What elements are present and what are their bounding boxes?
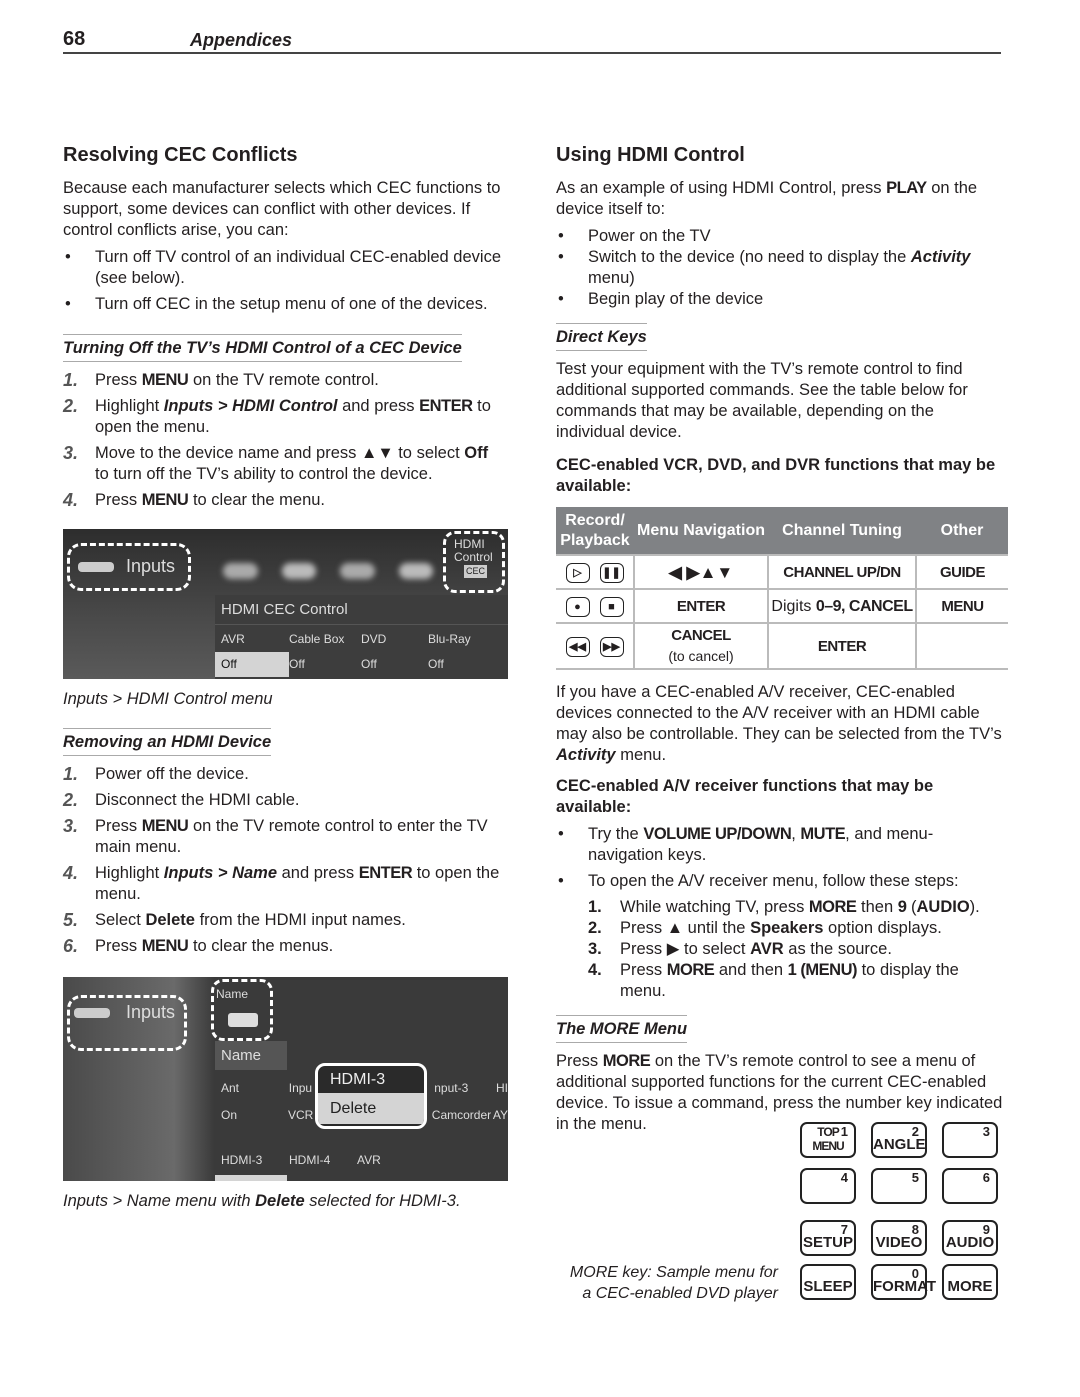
keypad-key[interactable]: SLEEP — [800, 1264, 856, 1300]
figure-caption: Inputs > Name menu with Delete selected … — [63, 1192, 461, 1210]
fast-forward-icon: ▶▶ — [599, 637, 624, 658]
key-number: 3 — [982, 1124, 990, 1139]
subheading: The MORE Menu — [556, 1015, 688, 1043]
table-row: ▷ ❚❚ ◀ ▶▲▼ CHANNEL UP/DN GUIDE — [556, 554, 1008, 590]
left-column: Resolving CEC Conflicts Because each man… — [63, 140, 508, 1222]
subheading: Removing an HDMI Device — [63, 728, 272, 756]
step-item: 6. Press MENU to clear the menus. — [63, 936, 334, 956]
step-item: 1. While watching TV, press MORE then 9 (… — [588, 898, 980, 916]
keypad-key[interactable]: 6 — [942, 1168, 998, 1204]
bullet-item: • Turn off CEC in the setup menu of one o… — [65, 295, 488, 313]
key-number: 5 — [911, 1170, 919, 1185]
subheading: Direct Keys — [556, 323, 647, 351]
keypad-key[interactable]: 5 — [871, 1168, 927, 1204]
inputs-icon — [74, 1008, 110, 1018]
section-heading: Using HDMI Control — [556, 144, 745, 166]
cec-badge: CEC — [464, 565, 488, 578]
step-item: 4. Highlight Inputs > Name and press ENTE… — [63, 863, 500, 903]
hdmi-cec-menu: HDMI CEC Control AVR Cable Box DVD Blu-Ray … — [215, 595, 508, 679]
keypad-key[interactable]: 9 AUDIO — [942, 1220, 998, 1256]
bullet-item: • To open the A/V receiver menu, follow t… — [558, 872, 959, 890]
intro-paragraph: Because each manufacturer selects which … — [63, 179, 501, 239]
step-item: 3. Press ▶ to select AVR as the source. — [588, 940, 892, 958]
step-item: 4. Press MORE and then 1 (MENU) to displa… — [588, 961, 959, 1000]
col-header: Other — [916, 507, 1008, 555]
step-item: 3. Press MENU on the TV remote control to… — [63, 816, 488, 856]
figure-caption: Inputs > HDMI Control menu — [63, 690, 273, 708]
key-label: MORE — [947, 1278, 993, 1295]
delete-selected[interactable]: Delete — [215, 1175, 287, 1181]
bullet-item: • Begin play of the device — [558, 290, 764, 308]
page-number: 68 — [63, 28, 86, 50]
key-number: 4 — [840, 1170, 848, 1185]
keypad-key[interactable]: 7 SETUP — [800, 1220, 856, 1256]
keypad-key[interactable]: 1 TOP MENU — [800, 1122, 856, 1158]
pause-icon: ❚❚ — [599, 563, 624, 584]
key-label: VIDEO — [875, 1234, 923, 1251]
keypad-key[interactable]: MORE — [942, 1264, 998, 1300]
keypad-key[interactable]: 4 — [800, 1168, 856, 1204]
popup-delete-item[interactable]: Delete — [318, 1093, 424, 1124]
avr-off-selected[interactable]: Off — [215, 652, 289, 677]
cec-functions-table: Record/ Playback Menu Navigation Channel… — [556, 507, 1008, 670]
section-title: Appendices — [190, 30, 293, 50]
keypad-key[interactable]: 2 ANGLE — [871, 1122, 927, 1158]
keypad-key[interactable]: 8 VIDEO — [871, 1220, 927, 1256]
key-label: TOP MENU — [812, 1125, 844, 1153]
step-item: 2. Press ▲ until the Speakers option disp… — [588, 919, 942, 937]
inputs-highlight: Inputs — [67, 995, 187, 1051]
step-item: 2. Disconnect the HDMI cable. — [63, 790, 300, 810]
bullet-item: • Switch to the device (no need to displa… — [558, 248, 971, 287]
inputs-highlight: Inputs — [67, 543, 191, 591]
hdmi-control-screenshot: Inputs HDMI Control CEC HDMI CEC Control … — [63, 529, 508, 679]
bullet-item: • Try the VOLUME UP/DOWN, MUTE, and menu-… — [558, 825, 934, 864]
step-item: 2. Highlight Inputs > HDMI Control and pr… — [63, 396, 491, 436]
avr-heading: CEC-enabled A/V receiver functions that … — [556, 777, 934, 816]
step-item: 4. Press MENU to clear the menu. — [63, 490, 326, 510]
keypad-key[interactable]: 0 FORMAT — [871, 1264, 937, 1300]
bullet-item: • Turn off TV control of an individual CE… — [65, 248, 502, 287]
col-header: Record/ Playback — [556, 507, 634, 555]
col-header: Menu Navigation — [634, 507, 768, 555]
avr-paragraph: If you have a CEC-enabled A/V receiver, … — [556, 683, 1002, 764]
bullet-item: • Power on the TV — [558, 227, 711, 245]
key-label: AUDIO — [945, 1234, 995, 1251]
name-icon-highlight: Name — [211, 979, 273, 1041]
key-label: SETUP — [802, 1234, 853, 1251]
hdmi-control-highlight: HDMI Control CEC — [443, 531, 505, 593]
table-row: ● ■ ENTER Digits 0–9, CANCEL MENU — [556, 588, 1008, 624]
name-menu-screenshot: Inputs Name Name Ant Inpu nput-3 HI On VCR Ca… — [63, 977, 508, 1181]
right-column: Using HDMI Control As an example of usin… — [556, 140, 1008, 1141]
stop-icon: ■ — [599, 597, 624, 618]
section-heading: Resolving CEC Conflicts — [63, 144, 298, 166]
step-item: 1. Press MENU on the TV remote control. — [63, 370, 379, 390]
blurred-icons — [223, 563, 433, 579]
key-label: FORMAT — [873, 1278, 937, 1295]
step-item: 3. Move to the device name and press ▲▼ t… — [63, 443, 489, 483]
key-number: 6 — [982, 1170, 990, 1185]
inputs-icon — [78, 562, 114, 572]
step-item: 5. Select Delete from the HDMI input name… — [63, 910, 406, 930]
table-heading: CEC-enabled VCR, DVD, and DVR functions … — [556, 456, 996, 495]
avr-steps: 1. While watching TV, press MORE then 9 (… — [556, 897, 1006, 1002]
direct-keys-text: Test your equipment with the TV’s remote… — [556, 360, 968, 441]
keypad-key[interactable]: 3 — [942, 1122, 998, 1158]
key-label: ANGLE — [873, 1136, 926, 1153]
tag-icon — [228, 1013, 258, 1027]
record-icon: ● — [565, 597, 590, 618]
col-header: Channel Tuning — [768, 507, 916, 555]
rewind-icon: ◀◀ — [565, 637, 590, 658]
hdmi3-popup: HDMI-3 Delete — [315, 1063, 427, 1129]
play-icon: ▷ — [565, 563, 590, 584]
step-item: 1. Power off the device. — [63, 764, 249, 784]
intro-paragraph: As an example of using HDMI Control, pre… — [556, 179, 978, 218]
more-menu-text: Press MORE on the TV’s remote control to… — [556, 1052, 1003, 1133]
keypad-caption: MORE key: Sample menu for a CEC-enabled … — [569, 1264, 778, 1302]
subheading: Turning Off the TV’s HDMI Control of a C… — [63, 334, 462, 362]
page-header: 68 Appendices — [63, 26, 1001, 54]
table-row: ◀◀ ▶▶ CANCEL (to cancel) ENTER — [556, 622, 1008, 670]
key-label: SLEEP — [803, 1278, 853, 1295]
